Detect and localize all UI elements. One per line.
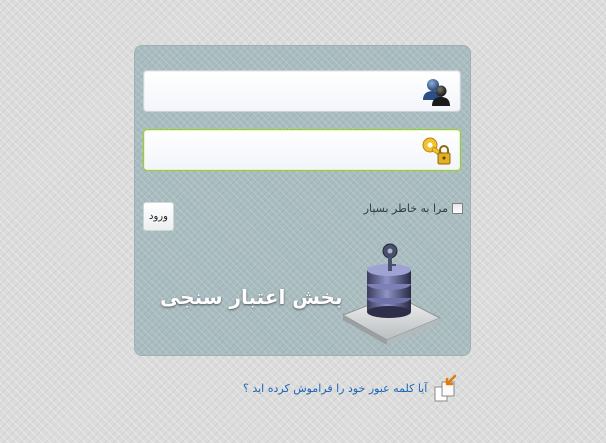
forgot-password[interactable]: آیا کلمه عبور خود را فراموش کرده اید ؟: [243, 373, 461, 403]
database-key-icon: [341, 243, 442, 345]
password-field[interactable]: [143, 129, 461, 171]
remember-checkbox[interactable]: [452, 203, 463, 214]
username-input[interactable]: [152, 77, 414, 107]
password-input[interactable]: [152, 136, 414, 166]
login-button[interactable]: ورود: [143, 202, 174, 231]
user-icon: [423, 79, 450, 106]
key-lock-icon: [422, 137, 451, 165]
remember-label: مرا به خاطر بسپار: [363, 202, 448, 215]
remember-me[interactable]: مرا به خاطر بسپار: [364, 202, 463, 215]
section-heading: بخش اعتبار سنجی: [160, 285, 343, 309]
username-field[interactable]: [143, 70, 461, 112]
login-panel: مرا به خاطر بسپار ورود بخش اعتبار سنجی: [134, 45, 471, 356]
forgot-password-icon: [434, 374, 457, 402]
forgot-password-link[interactable]: آیا کلمه عبور خود را فراموش کرده اید ؟: [243, 382, 427, 395]
